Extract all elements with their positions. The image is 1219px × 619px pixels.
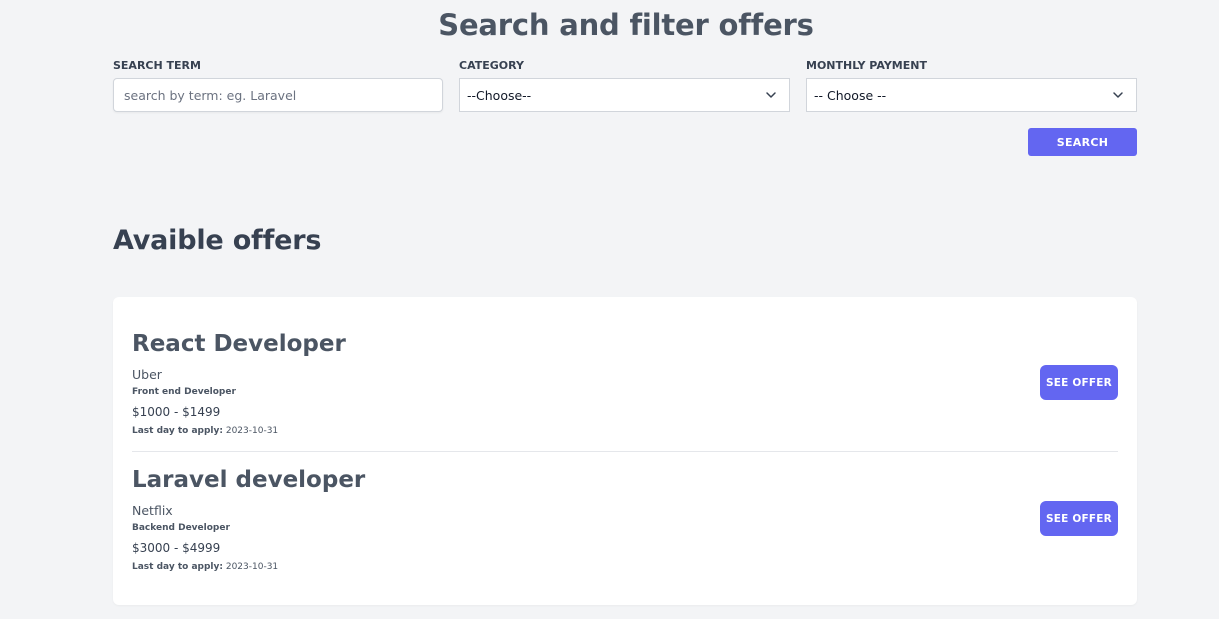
offer-deadline: Last day to apply: 2023-10-31 xyxy=(132,562,278,572)
chevron-down-icon xyxy=(766,92,776,98)
see-offer-button[interactable]: SEE OFFER xyxy=(1040,501,1118,536)
offer-salary: $3000 - $4999 xyxy=(132,541,221,555)
monthly-payment-select-value: -- Choose -- xyxy=(814,87,887,103)
search-term-label: SEARCH TERM xyxy=(113,59,201,72)
category-select-value: --Choose-- xyxy=(467,87,532,103)
offer-deadline-label: Last day to apply: xyxy=(132,562,223,572)
chevron-down-icon xyxy=(1113,92,1123,98)
offer-deadline-date: 2023-10-31 xyxy=(225,562,279,572)
offer-title: Laravel developer xyxy=(132,467,366,493)
offer-title: React Developer xyxy=(132,331,346,357)
offer-item: React Developer Uber Front end Developer… xyxy=(132,331,1118,441)
offer-category: Front end Developer xyxy=(132,387,236,397)
category-label: CATEGORY xyxy=(459,59,524,72)
offer-deadline-date: 2023-10-31 xyxy=(225,426,279,436)
category-select[interactable]: --Choose-- xyxy=(459,78,790,112)
offer-salary: $1000 - $1499 xyxy=(132,405,221,419)
offer-deadline-label: Last day to apply: xyxy=(132,426,223,436)
offer-deadline: Last day to apply: 2023-10-31 xyxy=(132,426,278,436)
search-button[interactable]: SEARCH xyxy=(1028,128,1137,156)
offers-list-card: React Developer Uber Front end Developer… xyxy=(113,297,1137,605)
offer-company: Uber xyxy=(132,367,162,382)
offer-category: Backend Developer xyxy=(132,523,230,533)
offer-divider xyxy=(132,451,1118,452)
page-title: Search and filter offers xyxy=(438,8,814,42)
search-term-input[interactable] xyxy=(113,78,443,112)
see-offer-button[interactable]: SEE OFFER xyxy=(1040,365,1118,400)
monthly-payment-label: MONTHLY PAYMENT xyxy=(806,59,927,72)
monthly-payment-select[interactable]: -- Choose -- xyxy=(806,78,1137,112)
offer-company: Netflix xyxy=(132,503,173,518)
offer-item: Laravel developer Netflix Backend Develo… xyxy=(132,467,1118,577)
offers-section-title: Avaible offers xyxy=(113,225,322,256)
